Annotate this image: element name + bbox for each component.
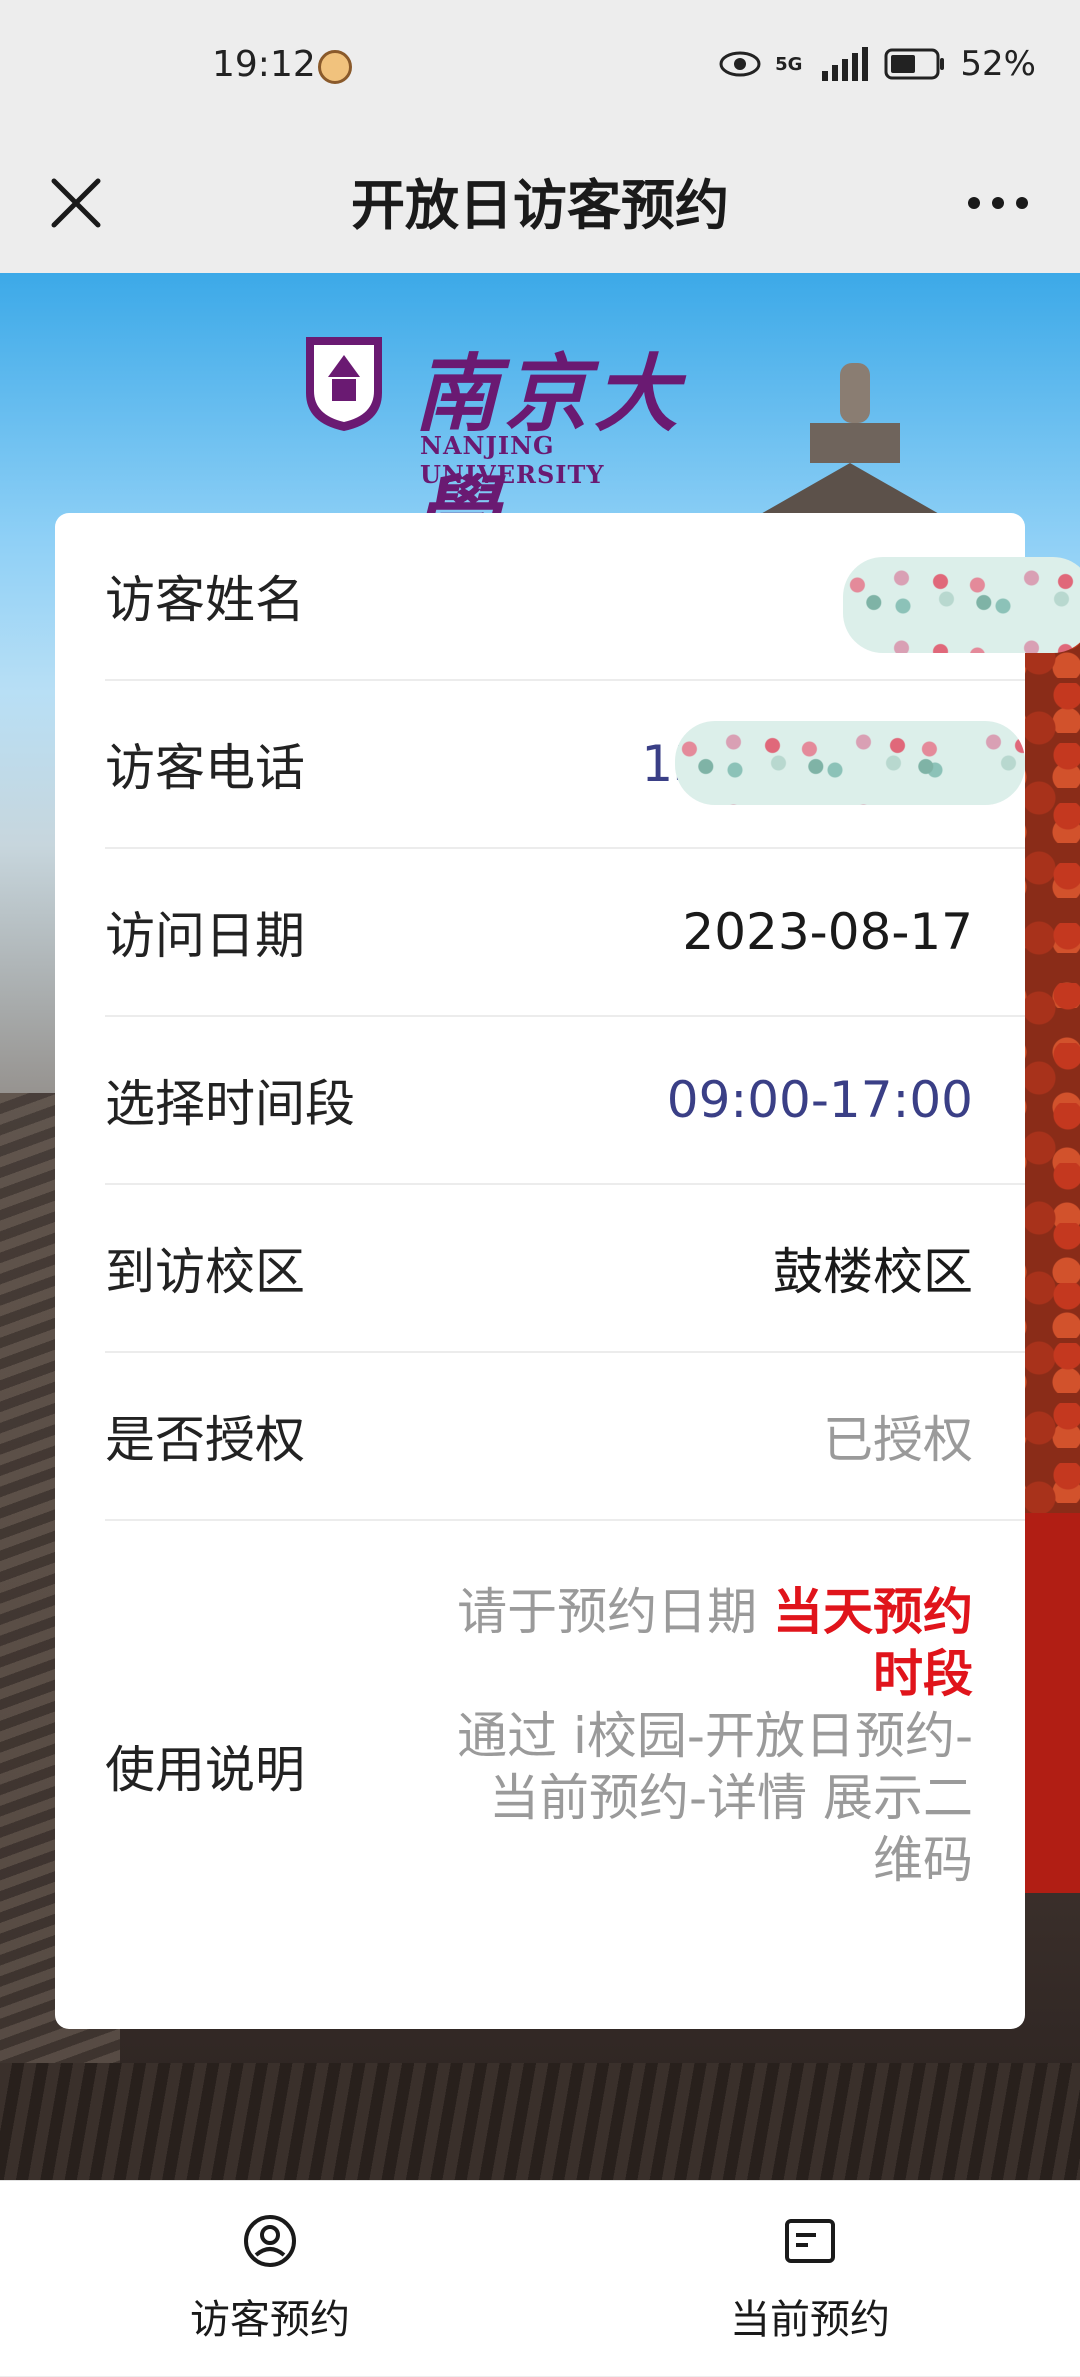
bottom-tab-bar: 访客预约 当前预约 (0, 2180, 1080, 2376)
time-slot-row[interactable]: 选择时间段 09:00-17:00 (105, 1017, 1025, 1185)
authorization-row[interactable]: 是否授权 已授权 (105, 1353, 1025, 1521)
usage-line2: 通过 i校园-开放日预约- (457, 1707, 973, 1765)
campus-label: 到访校区 (105, 1243, 305, 1301)
battery-percent: 52% (960, 44, 1036, 84)
battery-icon (884, 48, 945, 80)
visitor-form-card: 访客姓名 访客电话 13 访问日期 2023-08-17 选择时间段 09:00… (55, 513, 1080, 2029)
campus-value: 鼓楼校区 (773, 1243, 973, 1301)
usage-line1-emphasis: 当天预约时段 (773, 1583, 973, 1703)
red-wall-decoration (1020, 1513, 1080, 1893)
tab-label: 访客预约 (190, 2297, 350, 2343)
status-indicators: 5G 52% (719, 44, 1036, 84)
time-slot-label: 选择时间段 (105, 1075, 355, 1133)
visitor-name-row[interactable]: 访客姓名 (105, 513, 1080, 681)
university-seal-icon (306, 337, 382, 431)
usage-label: 使用说明 (105, 1741, 305, 1799)
more-button[interactable] (952, 163, 1044, 243)
more-icon (968, 197, 980, 209)
usage-line3: 当前预约-详情 展示二维码 (489, 1769, 973, 1889)
signal-icon (822, 47, 869, 81)
authorization-label: 是否授权 (105, 1411, 305, 1469)
page-title: 开放日访客预约 (351, 174, 729, 237)
visitor-phone-row[interactable]: 访客电话 13 (105, 681, 1025, 849)
document-list-icon (785, 2219, 835, 2263)
network-label: 5G (775, 53, 803, 75)
roof-tiles-decoration (0, 2063, 1080, 2180)
nav-bar: 开放日访客预约 (0, 135, 1080, 273)
visit-date-value: 2023-08-17 (682, 903, 973, 961)
status-time: 19:12 (212, 44, 316, 85)
usage-line1-prefix: 请于预约日期 (457, 1583, 758, 1641)
university-name-en: NANJING UNIVERSITY (420, 431, 605, 489)
tab-visitor-booking[interactable]: 访客预约 (0, 2181, 540, 2377)
tab-label: 当前预约 (730, 2297, 890, 2343)
campus-row[interactable]: 到访校区 鼓楼校区 (105, 1185, 1025, 1353)
monkey-emoji-icon (318, 50, 352, 84)
privacy-blur (843, 557, 1080, 653)
visitor-phone-label: 访客电话 (105, 739, 305, 797)
usage-instructions: 请于预约日期 当天预约时段 通过 i校园-开放日预约- 当前预约-详情 展示二维… (453, 1581, 973, 1891)
university-logo: 南京大學 NANJING UNIVERSITY (302, 333, 742, 564)
privacy-blur (675, 721, 1025, 805)
eye-icon (719, 51, 761, 77)
more-icon-dot (992, 197, 1004, 209)
visit-date-label: 访问日期 (105, 907, 305, 965)
authorization-value: 已授权 (823, 1411, 973, 1469)
status-bar: 19:12 5G 52% (0, 0, 1080, 135)
tab-current-booking[interactable]: 当前预约 (540, 2181, 1080, 2377)
more-icon-dot (1016, 197, 1028, 209)
visitor-name-label: 访客姓名 (105, 571, 305, 629)
usage-instructions-row: 使用说明 请于预约日期 当天预约时段 通过 i校园-开放日预约- 当前预约-详情… (105, 1521, 1025, 2011)
user-circle-icon (244, 2215, 296, 2267)
visit-date-row[interactable]: 访问日期 2023-08-17 (105, 849, 1025, 1017)
time-slot-value: 09:00-17:00 (666, 1071, 973, 1129)
